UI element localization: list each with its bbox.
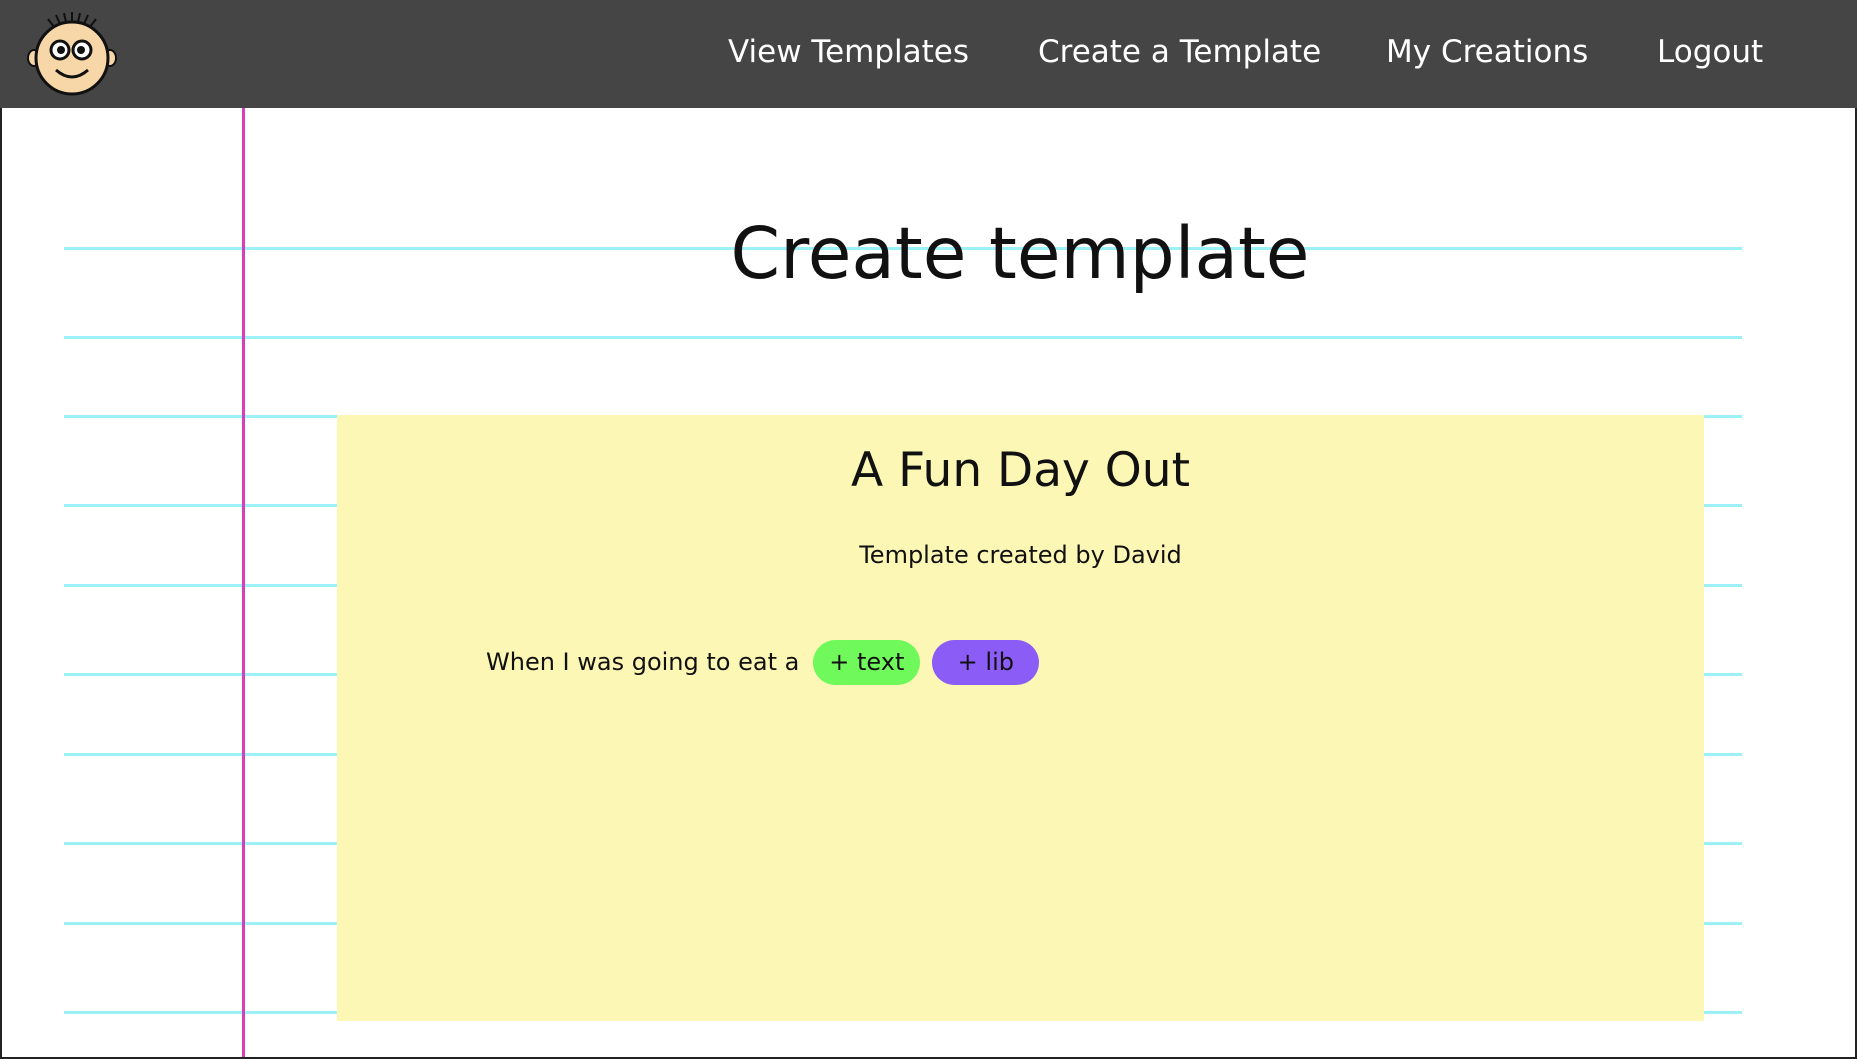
nav-link-my-creations[interactable]: My Creations bbox=[1386, 34, 1588, 70]
template-card: A Fun Day Out Template created by David … bbox=[337, 415, 1704, 1021]
template-title: A Fun Day Out bbox=[850, 443, 1191, 498]
nav-link-view-templates[interactable]: View Templates bbox=[728, 34, 969, 70]
template-sentence-row: When I was going to eat a + text + lib bbox=[486, 639, 1051, 685]
template-author: Template created by David bbox=[859, 541, 1182, 569]
ruled-line bbox=[64, 336, 1742, 339]
notebook-page: Create template A Fun Day Out Template c… bbox=[0, 108, 1857, 1059]
page-title: Create template bbox=[730, 212, 1310, 295]
add-text-button[interactable]: + text bbox=[813, 639, 921, 685]
top-navbar: View Templates Create a Template My Crea… bbox=[0, 0, 1857, 108]
nav-link-create-template[interactable]: Create a Template bbox=[1038, 34, 1321, 70]
cartoon-face-logo-icon[interactable] bbox=[26, 12, 118, 96]
add-lib-button[interactable]: + lib bbox=[932, 639, 1040, 685]
template-sentence-text: When I was going to eat a bbox=[486, 648, 800, 676]
nav-link-logout[interactable]: Logout bbox=[1657, 34, 1763, 70]
